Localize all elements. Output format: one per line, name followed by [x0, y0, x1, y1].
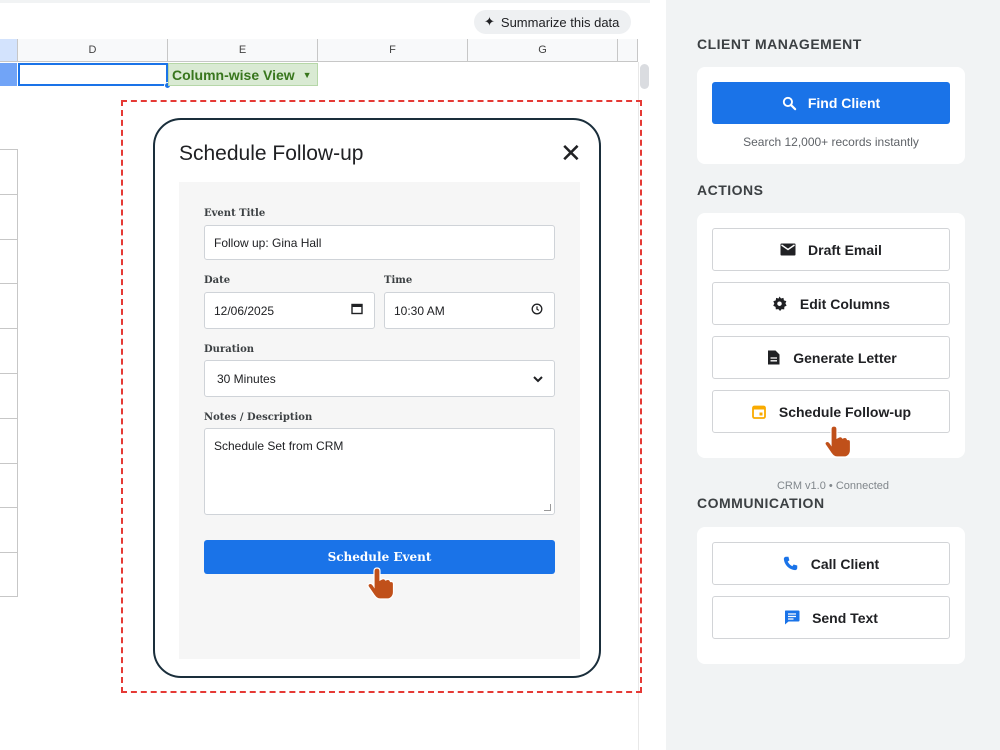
section-title-actions: ACTIONS [697, 182, 764, 198]
caret-down-icon: ▼ [302, 69, 312, 80]
generate-letter-button[interactable]: Generate Letter [712, 336, 950, 379]
section-title-communication: COMMUNICATION [697, 495, 825, 511]
edit-columns-button[interactable]: Edit Columns [712, 282, 950, 325]
communication-card: Call Client Send Text [697, 527, 965, 664]
gear-icon [772, 296, 788, 312]
find-client-button[interactable]: Find Client [712, 82, 950, 124]
clock-icon[interactable] [531, 303, 543, 318]
column-header-e[interactable]: E [168, 39, 318, 62]
partial-table-column [0, 149, 18, 597]
draft-email-label: Draft Email [808, 241, 882, 258]
duration-value: 30 Minutes [217, 371, 276, 386]
message-icon [784, 610, 800, 626]
crm-status-text: CRM v1.0 • Connected [776, 480, 890, 492]
search-icon [782, 95, 798, 111]
column-header-f[interactable]: F [318, 39, 468, 62]
notes-textarea[interactable]: Schedule Set from CRM [204, 428, 555, 515]
dropdown-cell-value: Column-wise View [172, 66, 295, 83]
duration-label: Duration [204, 344, 255, 355]
hand-pointer-icon [824, 425, 851, 458]
document-icon [765, 350, 781, 366]
dialog-title: Schedule Follow-up [179, 142, 364, 165]
send-text-button[interactable]: Send Text [712, 596, 950, 639]
scrollbar-thumb[interactable] [640, 64, 649, 89]
time-input[interactable]: 10:30 AM [384, 292, 555, 329]
table-row[interactable] [0, 553, 17, 598]
calendar-icon[interactable] [351, 303, 363, 318]
selected-cell-c1[interactable] [0, 63, 17, 86]
phone-icon [783, 556, 799, 572]
table-row[interactable] [0, 374, 17, 419]
date-label: Date [204, 275, 231, 286]
date-input[interactable]: 12/06/2025 [204, 292, 375, 329]
table-row[interactable] [0, 329, 17, 374]
event-title-input[interactable]: Follow up: Gina Hall [204, 225, 555, 260]
table-row[interactable] [0, 240, 17, 285]
spreadsheet-area: ✦ Summarize this data D E F G Column-wis… [0, 0, 650, 750]
event-title-value: Follow up: Gina Hall [214, 235, 322, 250]
find-client-hint: Search 12,000+ records instantly [743, 135, 919, 149]
duration-select[interactable]: 30 Minutes [204, 360, 555, 397]
column-header-g[interactable]: G [468, 39, 618, 62]
generate-letter-label: Generate Letter [793, 349, 897, 366]
mail-icon [780, 242, 796, 258]
screen: ✦ Summarize this data D E F G Column-wis… [0, 0, 1000, 750]
table-row[interactable] [0, 195, 17, 240]
section-title-client-management: CLIENT MANAGEMENT [697, 36, 862, 52]
edit-columns-label: Edit Columns [799, 295, 891, 312]
resize-handle[interactable] [544, 504, 551, 511]
find-client-label: Find Client [807, 95, 881, 111]
draft-email-button[interactable]: Draft Email [712, 228, 950, 271]
table-row[interactable] [0, 464, 17, 509]
time-value: 10:30 AM [394, 303, 445, 318]
notes-label: Notes / Description [204, 412, 313, 423]
send-text-label: Send Text [812, 609, 878, 626]
calendar-event-icon [751, 404, 767, 420]
sparkle-icon: ✦ [484, 14, 495, 29]
hand-pointer-icon [367, 567, 394, 600]
notes-value: Schedule Set from CRM [214, 439, 344, 453]
column-header-h[interactable] [618, 39, 638, 62]
date-value: 12/06/2025 [214, 303, 275, 318]
summarize-data-button[interactable]: ✦ Summarize this data [474, 10, 632, 34]
call-client-label: Call Client [810, 555, 880, 572]
event-title-label: Event Title [204, 208, 266, 219]
chevron-down-icon [533, 372, 543, 386]
actions-card: Draft Email Edit Columns Generate Letter… [697, 213, 965, 458]
schedule-follow-up-label: Schedule Follow-up [778, 403, 912, 420]
close-icon[interactable]: ✕ [560, 140, 582, 166]
table-row[interactable] [0, 150, 17, 195]
sheet-toolbar: ✦ Summarize this data [0, 0, 650, 39]
summarize-label: Summarize this data [500, 14, 620, 30]
table-row[interactable] [0, 284, 17, 330]
active-cell-d1[interactable] [18, 63, 168, 86]
call-client-button[interactable]: Call Client [712, 542, 950, 585]
dropdown-cell-e1[interactable]: Column-wise View ▼ [168, 63, 318, 86]
column-header-d[interactable]: D [18, 39, 168, 62]
crm-sidebar: CLIENT MANAGEMENT Find Client Search 12,… [666, 0, 1000, 750]
time-label: Time [384, 275, 413, 286]
column-header-c[interactable] [0, 39, 18, 62]
client-management-card: Find Client Search 12,000+ records insta… [697, 67, 965, 164]
table-row[interactable] [0, 419, 17, 464]
table-row[interactable] [0, 508, 17, 554]
